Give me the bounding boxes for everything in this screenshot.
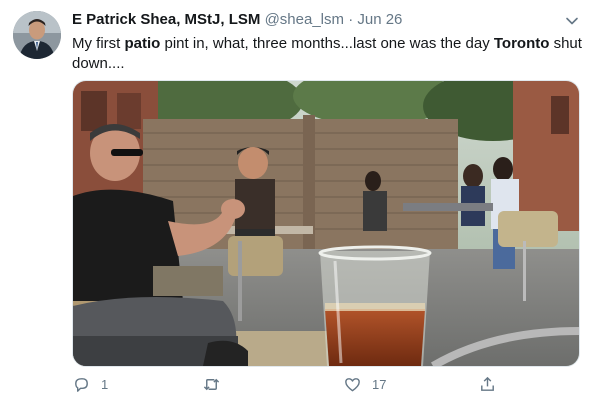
- tweet-header: E Patrick Shea, MStJ, LSM @shea_lsm · Ju…: [72, 11, 402, 29]
- author-name[interactable]: E Patrick Shea, MStJ, LSM: [72, 11, 260, 28]
- reply-icon: [75, 377, 88, 392]
- like-count: 17: [372, 376, 387, 392]
- tweet-date[interactable]: Jun 26: [357, 11, 402, 28]
- reply-button[interactable]: 1: [72, 373, 108, 395]
- tweet-text-part: My first: [72, 35, 125, 52]
- tweet-text-bold: Toronto: [493, 35, 550, 52]
- share-icon: [481, 376, 494, 391]
- tweet-text-part: pint in, what, three months...last one w…: [160, 35, 494, 52]
- reply-count: 1: [101, 376, 109, 392]
- share-button[interactable]: [478, 373, 497, 395]
- retweet-icon: [203, 378, 220, 390]
- tweet-text: My first patio pint in, what, three mont…: [72, 34, 582, 74]
- tweet-text-bold: patio: [124, 35, 161, 52]
- tweet-card[interactable]: E Patrick Shea, MStJ, LSM @shea_lsm · Ju…: [0, 0, 591, 400]
- tweet-photo[interactable]: [72, 80, 580, 367]
- retweet-button[interactable]: [202, 373, 231, 395]
- chevron-down-icon[interactable]: [563, 12, 581, 30]
- author-handle[interactable]: @shea_lsm: [265, 11, 344, 28]
- like-button[interactable]: 17: [343, 373, 386, 395]
- tweet-actions: 1 17: [72, 373, 578, 395]
- avatar[interactable]: [13, 11, 61, 59]
- heart-icon: [345, 377, 360, 391]
- separator: ·: [348, 11, 354, 28]
